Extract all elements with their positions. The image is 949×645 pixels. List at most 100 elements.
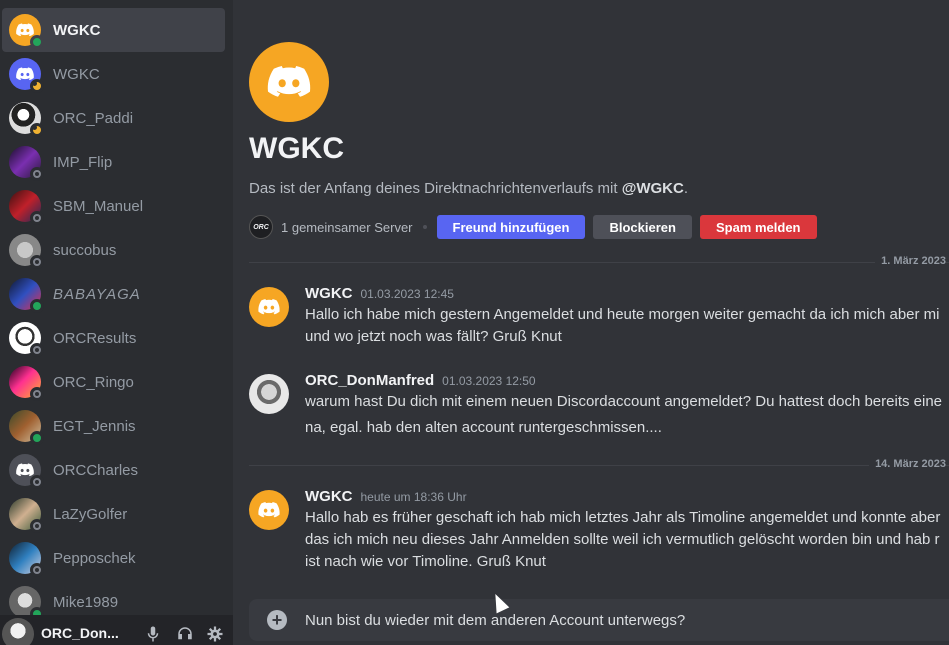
message-input[interactable]: Nun bist du wieder mit dem anderen Accou…	[305, 612, 685, 629]
mutual-servers-link[interactable]: 1 gemeinsamer Server	[281, 220, 413, 235]
dm-name: WGKC	[53, 65, 100, 83]
dm-item[interactable]: LaZyGolfer	[2, 492, 225, 536]
mutual-server-row: ORC 1 gemeinsamer Server Freund hinzufüg…	[249, 214, 825, 240]
message-text: Hallo ich habe mich gestern Angemeldet u…	[305, 306, 940, 323]
dm-item[interactable]: ORCCharles	[2, 448, 225, 492]
microphone-icon[interactable]	[143, 624, 163, 644]
avatar	[9, 586, 44, 621]
dm-name: LaZyGolfer	[53, 505, 128, 523]
avatar	[9, 58, 44, 93]
intro-text: Das ist der Anfang deines Direktnachrich…	[249, 180, 622, 197]
gear-icon[interactable]	[205, 624, 225, 644]
user-mention[interactable]: @WGKC	[622, 180, 684, 197]
message-header: ORC_DonManfred 01.03.2023 12:50	[305, 372, 536, 389]
avatar	[9, 190, 44, 225]
dm-name: ORC_Paddi	[53, 109, 134, 127]
user-avatar[interactable]	[2, 618, 34, 645]
status-offline-icon	[30, 563, 44, 577]
message-text: das ich mich neu dieses Jahr Anmelden so…	[305, 531, 940, 548]
status-offline-icon	[30, 343, 44, 357]
message-header: WGKC 01.03.2023 12:45	[305, 285, 454, 302]
dm-item[interactable]: ORCResults	[2, 316, 225, 360]
channel-avatar[interactable]	[249, 42, 329, 122]
dm-name: ORC_Ringo	[53, 373, 134, 391]
message-text: ist nach wie vor Timoline. Gruß Knut	[305, 553, 546, 570]
message-author[interactable]: ORC_DonManfred	[305, 372, 434, 389]
date-divider-label: 1. März 2023	[875, 255, 946, 267]
avatar	[9, 410, 44, 445]
dm-name: succobus	[53, 241, 117, 259]
status-offline-icon	[30, 211, 44, 225]
status-online-icon	[30, 35, 44, 49]
dm-name: Pepposchek	[53, 549, 136, 567]
date-divider: 14. März 2023	[249, 458, 949, 470]
dm-name: Mike1989	[53, 593, 119, 611]
avatar	[9, 234, 44, 269]
avatar	[9, 498, 44, 533]
plus-icon[interactable]: +	[267, 610, 287, 630]
dm-name: EGT_Jennis	[53, 417, 136, 435]
dm-name: IMP_Flip	[53, 153, 113, 171]
chat-area: WGKC Das ist der Anfang deines Direktnac…	[233, 0, 949, 645]
dm-item[interactable]: ORC_Ringo	[2, 360, 225, 404]
status-idle-icon	[30, 79, 44, 93]
report-spam-button[interactable]: Spam melden	[699, 215, 817, 239]
message-timestamp: 01.03.2023 12:50	[442, 374, 536, 388]
message-avatar[interactable]	[249, 287, 289, 327]
dm-name: ORCResults	[53, 329, 137, 347]
separator-dot	[422, 225, 427, 229]
message-text: Hallo hab es früher geschaft ich hab mic…	[305, 509, 941, 526]
discord-logo-icon	[258, 299, 280, 315]
status-online-icon	[30, 431, 44, 445]
avatar	[9, 102, 44, 137]
dm-item[interactable]: WGKC	[2, 8, 225, 52]
status-offline-icon	[30, 519, 44, 533]
message-text: warum hast Du dich mit einem neuen Disco…	[305, 393, 943, 410]
message-author[interactable]: WGKC	[305, 285, 353, 302]
discord-logo-icon	[267, 66, 311, 97]
dm-item[interactable]: WGKC	[2, 52, 225, 96]
dm-name: BABAYAGA	[53, 285, 141, 303]
message-text: und wo jetzt noch was fällt? Gruß Knut	[305, 328, 562, 345]
message-timestamp: 01.03.2023 12:45	[360, 287, 454, 301]
dm-item[interactable]: Pepposchek	[2, 536, 225, 580]
dm-item[interactable]: EGT_Jennis	[2, 404, 225, 448]
intro-suffix: .	[683, 180, 688, 197]
avatar	[9, 322, 44, 357]
dm-name: SBM_Manuel	[53, 197, 144, 215]
avatar	[9, 542, 44, 577]
message-author[interactable]: WGKC	[305, 488, 353, 505]
headphones-icon[interactable]	[175, 624, 195, 644]
message-avatar[interactable]	[249, 490, 289, 530]
avatar	[9, 278, 44, 313]
channel-title: WGKC	[249, 132, 344, 165]
avatar	[9, 454, 44, 489]
status-online-icon	[30, 299, 44, 313]
message-header: WGKC heute um 18:36 Uhr	[305, 488, 467, 505]
dm-item[interactable]: succobus	[2, 228, 225, 272]
discord-logo-icon	[258, 502, 280, 518]
dm-item[interactable]: ORC_Paddi	[2, 96, 225, 140]
channel-intro: Das ist der Anfang deines Direktnachrich…	[249, 180, 688, 197]
discord-window: WGKC WGKC ORC_Paddi IMP_Flip SBM_Manuelsucco…	[0, 0, 949, 645]
dm-sidebar: WGKC WGKC ORC_Paddi IMP_Flip SBM_Manuelsucco…	[0, 0, 233, 645]
avatar	[9, 146, 44, 181]
user-panel: ORC_Don...	[0, 615, 233, 645]
status-offline-icon	[30, 255, 44, 269]
add-friend-button[interactable]: Freund hinzufügen	[436, 215, 586, 239]
dm-list: WGKC WGKC ORC_Paddi IMP_Flip SBM_Manuelsucco…	[0, 0, 233, 624]
date-divider-label: 14. März 2023	[869, 458, 946, 470]
message-timestamp: heute um 18:36 Uhr	[360, 490, 467, 504]
block-button[interactable]: Blockieren	[593, 215, 692, 239]
dm-name: ORCCharles	[53, 461, 139, 479]
user-name[interactable]: ORC_Don...	[41, 625, 119, 641]
message-composer[interactable]: + Nun bist du wieder mit dem anderen Acc…	[249, 599, 949, 641]
dm-item[interactable]: IMP_Flip	[2, 140, 225, 184]
date-divider: 1. März 2023	[249, 255, 949, 267]
server-icon[interactable]: ORC	[249, 215, 273, 239]
message-avatar[interactable]	[249, 374, 289, 414]
dm-item[interactable]: SBM_Manuel	[2, 184, 225, 228]
status-offline-icon	[30, 387, 44, 401]
dm-item[interactable]: BABAYAGA	[2, 272, 225, 316]
dm-name: WGKC	[53, 21, 101, 39]
